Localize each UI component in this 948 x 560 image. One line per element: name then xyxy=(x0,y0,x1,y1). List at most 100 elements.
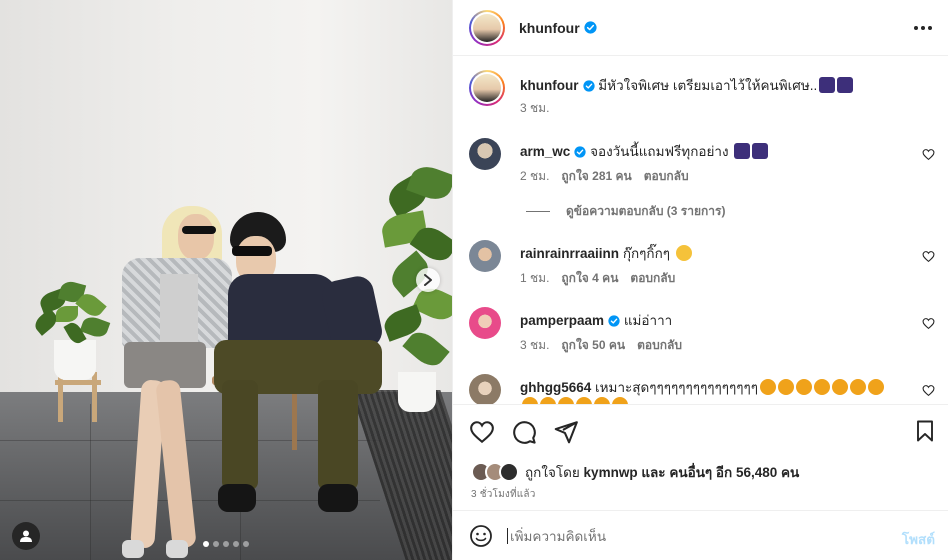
save-bookmark-icon[interactable] xyxy=(913,419,937,443)
comment-bubble-icon[interactable] xyxy=(511,419,537,445)
comment-likes[interactable]: ถูกใจ 281 คน xyxy=(561,167,631,186)
comment-meta: 1 ชม. ถูกใจ 4 คน ตอบกลับ xyxy=(520,269,675,288)
comment-username[interactable]: rainrainrraaiinn xyxy=(520,246,619,261)
comment-text: แม่อ่าาา xyxy=(623,313,673,328)
star-struck-emoji xyxy=(850,379,867,395)
verified-badge-icon xyxy=(584,21,597,34)
star-struck-emoji xyxy=(868,379,885,395)
comment-placeholder: เพิ่มความคิดเห็น xyxy=(510,528,607,544)
emoji-picker-icon[interactable] xyxy=(469,524,493,548)
more-dot xyxy=(928,26,932,30)
comment-meta: 3 ชม. ถูกใจ 50 คน ตอบกลับ xyxy=(520,336,682,355)
caption-text-line: khunfour มีหัวใจพิเศษ เตรียมเอาไว้ให้คนพ… xyxy=(520,77,920,95)
comment-time[interactable]: 2 ชม. xyxy=(520,167,549,186)
music-notes-emoji xyxy=(837,77,854,93)
post-media[interactable] xyxy=(0,0,452,560)
verified-badge-icon xyxy=(608,315,620,327)
carousel-dot xyxy=(223,541,229,547)
star-struck-emoji xyxy=(522,397,538,404)
star-struck-emoji xyxy=(540,397,556,404)
comment-likes[interactable]: ถูกใจ 50 คน xyxy=(561,336,625,355)
comment-text-line: ghhgg5664 เหมาะสุดๆๆๆๆๆๆๆๆๆๆๆๆๆๆๆ xyxy=(520,379,900,404)
action-icons xyxy=(469,419,579,445)
carousel-indicator xyxy=(0,541,452,547)
view-replies-label: ดูข้อความตอบกลับ (3 รายการ) xyxy=(566,204,726,218)
comment-text: จองวันนี้แถมฟรีทุกอย่าง xyxy=(590,144,729,159)
music-notes-emoji xyxy=(752,143,769,159)
verified-badge-icon xyxy=(574,146,586,158)
comment-time[interactable]: 3 ชม. xyxy=(520,336,549,355)
add-comment-bar: เพิ่มความคิดเห็น โพสต์ xyxy=(453,510,948,560)
replies-line xyxy=(526,211,550,212)
comment-row: pamperpaam แม่อ่าาา 3 ชม. ถูกใจ 50 คน ตอ… xyxy=(469,307,939,367)
music-notes-emoji xyxy=(734,143,751,159)
more-dot xyxy=(921,26,925,30)
reply-button[interactable]: ตอบกลับ xyxy=(630,269,675,288)
post-comment-button[interactable]: โพสต์ xyxy=(902,528,935,550)
carousel-dot-active xyxy=(203,541,209,547)
likes-middle: และ xyxy=(641,465,666,480)
comment-username[interactable]: pamperpaam xyxy=(520,313,604,328)
comment-meta: 2 ชม. ถูกใจ 281 คน ตอบกลับ xyxy=(520,167,689,186)
comment-like-icon[interactable] xyxy=(922,250,935,263)
share-send-icon[interactable] xyxy=(553,419,579,445)
more-options-button[interactable] xyxy=(909,14,937,42)
comment-like-icon[interactable] xyxy=(922,148,935,161)
post-side-panel: khunfour khunfour มีหัวใจพิเศษ เตรียมเอา… xyxy=(452,0,948,560)
commenter-avatar[interactable] xyxy=(469,374,501,404)
star-struck-emoji xyxy=(760,379,777,395)
music-notes-emoji xyxy=(819,77,836,93)
comments-list[interactable]: khunfour มีหัวใจพิเศษ เตรียมเอาไว้ให้คนพ… xyxy=(453,56,948,404)
star-struck-emoji xyxy=(576,397,592,404)
comment-text-line: arm_wc จองวันนี้แถมฟรีทุกอย่าง xyxy=(520,143,920,161)
caption-text: มีหัวใจพิเศษ เตรียมเอาไว้ให้คนพิเศษ.. xyxy=(598,78,818,93)
likes-others[interactable]: คนอื่นๆ อีก 56,480 คน xyxy=(669,461,799,483)
carousel-dot xyxy=(243,541,249,547)
star-struck-emoji xyxy=(796,379,813,395)
like-heart-icon[interactable] xyxy=(469,419,495,445)
author-avatar[interactable] xyxy=(469,9,505,46)
comment-likes[interactable]: ถูกใจ 4 คน xyxy=(561,269,618,288)
comment-text-line: pamperpaam แม่อ่าาา xyxy=(520,312,920,330)
liker-avatars[interactable] xyxy=(471,462,523,482)
comment-text: กุ๊กๆกิ๊กๆ xyxy=(622,246,671,261)
comment-like-icon[interactable] xyxy=(922,384,935,397)
reply-button[interactable]: ตอบกลับ xyxy=(644,167,689,186)
commenter-avatar[interactable] xyxy=(469,307,501,339)
author-username[interactable]: khunfour xyxy=(519,20,580,36)
carousel-dot xyxy=(233,541,239,547)
star-struck-emoji xyxy=(612,397,628,404)
star-struck-emoji xyxy=(778,379,795,395)
post-time[interactable]: 3 ชั่วโมงที่แล้ว xyxy=(471,487,536,502)
caption-meta: 3 ชม. xyxy=(520,99,549,118)
comment-text: เหมาะสุดๆๆๆๆๆๆๆๆๆๆๆๆๆๆๆ xyxy=(595,380,759,395)
reply-button[interactable]: ตอบกลับ xyxy=(637,336,682,355)
comment-username[interactable]: arm_wc xyxy=(520,144,570,159)
comment-input[interactable]: เพิ่มความคิดเห็น xyxy=(507,525,948,547)
carousel-dot xyxy=(213,541,219,547)
comment-username[interactable]: ghhgg5664 xyxy=(520,380,591,395)
caption-row: khunfour มีหัวใจพิเศษ เตรียมเอาไว้ให้คนพ… xyxy=(469,70,939,118)
comment-time[interactable]: 1 ชม. xyxy=(520,269,549,288)
post-header: khunfour xyxy=(453,0,948,56)
view-replies-button[interactable]: ดูข้อความตอบกลับ (3 รายการ) xyxy=(526,202,725,221)
commenter-avatar[interactable] xyxy=(469,240,501,272)
likes-user[interactable]: kymnwp xyxy=(584,465,638,480)
likes-prefix: ถูกใจโดย xyxy=(525,465,580,480)
comment-text-line: rainrainrraaiinn กุ๊กๆกิ๊กๆ xyxy=(520,245,920,263)
comment-row: arm_wc จองวันนี้แถมฟรีทุกอย่าง 2 ชม. ถูก… xyxy=(469,138,939,198)
commenter-avatar[interactable] xyxy=(469,138,501,170)
caption-avatar[interactable] xyxy=(469,70,505,106)
chevron-right-icon xyxy=(424,274,432,286)
caption-username[interactable]: khunfour xyxy=(520,78,579,93)
verified-badge-icon xyxy=(582,80,595,92)
caption-time[interactable]: 3 ชม. xyxy=(520,99,549,118)
smiling-face-emoji xyxy=(675,245,692,261)
next-photo-button[interactable] xyxy=(416,268,440,292)
star-struck-emoji xyxy=(558,397,574,404)
comment-like-icon[interactable] xyxy=(922,317,935,330)
text-caret xyxy=(507,527,508,544)
floor-line xyxy=(90,404,91,560)
comment-row: rainrainrraaiinn กุ๊กๆกิ๊กๆ 1 ชม. ถูกใจ … xyxy=(469,240,939,300)
likes-summary: ถูกใจโดย kymnwp และ คนอื่นๆ อีก 56,480 ค… xyxy=(471,461,799,483)
